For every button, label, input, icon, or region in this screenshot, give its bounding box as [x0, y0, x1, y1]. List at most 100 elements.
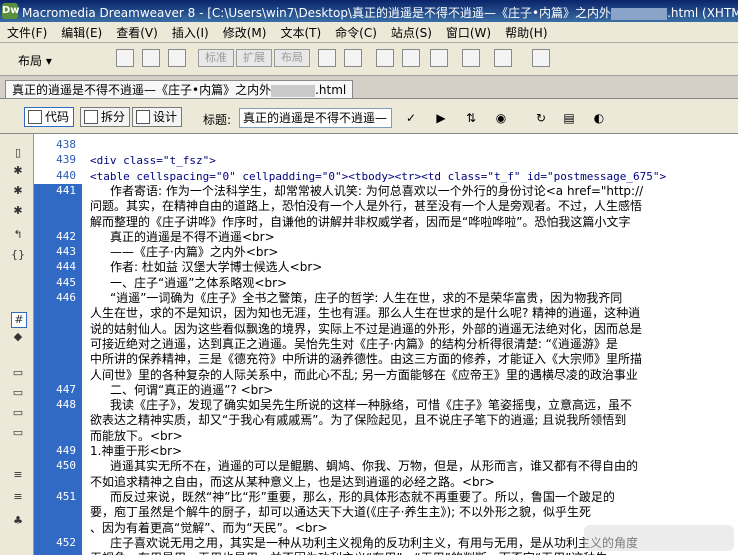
outdent-code-icon[interactable]: ≡: [11, 490, 25, 504]
code-line[interactable]: <table cellspacing="0" cellpadding="0"><…: [90, 169, 666, 184]
menu-view[interactable]: 查看(V): [109, 22, 165, 43]
redacted-filename: [611, 7, 668, 20]
code-editor[interactable]: <div class="t_fsz"> <table cellspacing="0…: [82, 134, 738, 555]
frameset-icon[interactable]: [494, 49, 512, 67]
preview-browser-icon[interactable]: ◉: [492, 109, 510, 127]
menu-commands[interactable]: 命令(C): [328, 22, 384, 43]
code-line[interactable]: 一、庄子“逍遥”之体系略观<br>: [110, 276, 287, 291]
view-options-icon[interactable]: ▤: [560, 109, 578, 127]
browser-check-icon[interactable]: ✓: [402, 109, 420, 127]
code-line[interactable]: 真正的逍遥是不得不逍遥<br>: [110, 230, 275, 245]
document-tab-row: 真正的逍遥是不得不逍遥—《庄子•内篇》之内外 .html: [0, 76, 738, 99]
code-line[interactable]: 而能放下。<br>: [90, 429, 183, 444]
code-line[interactable]: 逍遥其实无所不在，逍遥的可以是鲲鹏、蜩鸠、你我、万物，但是，从形而言，谁又都有不…: [110, 459, 638, 474]
format-source-icon[interactable]: ♣: [11, 514, 25, 528]
open-documents-icon[interactable]: ▯: [11, 146, 25, 160]
split-view-label: 拆分: [101, 110, 126, 124]
split-view-icon: [84, 110, 98, 124]
menu-help[interactable]: 帮助(H): [498, 22, 554, 43]
design-view-icon: [136, 110, 150, 124]
iframe-icon[interactable]: [462, 49, 480, 67]
code-line[interactable]: 1.神重于形<br>: [90, 444, 182, 459]
visual-aids-icon[interactable]: ◐: [590, 109, 608, 127]
document-tab[interactable]: 真正的逍遥是不得不逍遥—《庄子•内篇》之内外 .html: [5, 80, 354, 99]
window-title: Macromedia Dreamweaver 8 - [C:\Users\win…: [22, 4, 738, 21]
code-line[interactable]: 、因为有着更高“觉解”、而为“天民”。<br>: [90, 521, 328, 536]
document-tab-name: 真正的逍遥是不得不逍遥—《庄子•内篇》之内外: [12, 83, 272, 97]
title-input[interactable]: 真正的逍遥是不得不逍遥—《: [239, 108, 392, 128]
code-line[interactable]: 不如追求精神之自由，而这从某种意义上，也是达到逍遥的必经之路。<br>: [90, 475, 495, 490]
apply-comment-icon[interactable]: ▭: [11, 366, 25, 380]
code-line[interactable]: 欲表达之精神实质，却又“于我心有戚戚焉”。为了保险起见，且不说庄子笔下的逍遥; …: [90, 413, 626, 428]
table-icon[interactable]: [116, 49, 134, 67]
code-line[interactable]: 可接近绝对之逍遥，达到真正之逍遥。吴怡先生对《庄子·内篇》的结构分析得很清楚: …: [90, 337, 618, 352]
document-toolbar: 代码 拆分 设计 标题: 真正的逍遥是不得不逍遥—《 ✓ ▶ ⇅ ◉ ↻ ▤ ◐: [0, 98, 738, 134]
code-line[interactable]: 要，庖丁虽然是个解牛的厨子，却可以通达天下大道(《庄子·养生主》); 不以外形之…: [90, 505, 591, 520]
line-number: 440: [56, 168, 76, 182]
frames-icon[interactable]: [430, 49, 448, 67]
code-line[interactable]: 问题。其实，在精神自由的道路上，恐怕没有一个人是外行，甚至没有一个人是旁观者。不…: [90, 199, 642, 214]
menu-file[interactable]: 文件(F): [0, 22, 54, 43]
draw-layout-cell-icon[interactable]: [344, 49, 362, 67]
insert-category-dropdown[interactable]: 布局 ▾: [18, 52, 52, 69]
recent-snippets-icon[interactable]: ▭: [11, 426, 25, 440]
code-line[interactable]: 说的姑射仙人。因为这些看似飘逸的境界，实际上不过是逍遥的外形，外部的逍遥无法绝对…: [90, 322, 642, 337]
code-line[interactable]: 中所讲的保养精神，三是《德充符》中所讲的涵养德性。由这三方面的修养，才能证入《大…: [90, 352, 642, 367]
code-line[interactable]: 解而整理的《庄子讲哗》作序时，自谦他的讲解并非权威学者，因而是“哗啦哗啦”。恐怕…: [90, 215, 630, 230]
highlight-invalid-code-icon[interactable]: ◆: [11, 330, 25, 344]
code-line[interactable]: ——《庄子·内篇》之内外<br>: [110, 245, 278, 260]
balance-braces-icon[interactable]: {}: [11, 248, 25, 262]
design-view-button[interactable]: 设计: [132, 107, 183, 127]
menu-insert[interactable]: 插入(I): [165, 22, 216, 43]
line-number: 441: [56, 183, 76, 197]
menu-window[interactable]: 窗口(W): [439, 22, 498, 43]
insert-row-icon[interactable]: [376, 49, 394, 67]
tabular-data-icon[interactable]: [532, 49, 550, 67]
code-line[interactable]: 人生在世，求的不是知识，因为知也无涯，生也有涯。那么人生在世求的是什么呢? 精神…: [90, 306, 640, 321]
split-view-button[interactable]: 拆分: [80, 107, 131, 127]
code-line[interactable]: 二、何谓“真正的逍遥”? <br>: [110, 383, 273, 398]
window-title-path: Macromedia Dreamweaver 8 - [C:\Users\win…: [22, 6, 612, 20]
select-parent-tag-icon[interactable]: ↰: [11, 228, 25, 242]
draw-layer-icon[interactable]: [168, 49, 186, 67]
expand-all-icon[interactable]: ✱: [11, 204, 25, 218]
validate-icon[interactable]: ▶: [432, 109, 450, 127]
insert-category-label: 布局: [18, 54, 43, 68]
coding-toolbar: ▯ ✱ ✱ ✱ ↰ {} # ◆ ▭ ▭ ▭ ▭ ≡ ≡ ♣: [0, 134, 34, 555]
code-line[interactable]: 人间世》里的各种复杂的人际关系中，而此心不乱; 另一方面能够在《应帝王》里的遇横…: [90, 368, 638, 383]
insert-column-icon[interactable]: [402, 49, 420, 67]
indent-code-icon[interactable]: ≡: [11, 468, 25, 482]
layout-table-icon[interactable]: [318, 49, 336, 67]
code-line[interactable]: 我读《庄子》，发现了确实如吴先生所说的这样一种脉络，可惜《庄子》笔姿摇曳，立意高…: [110, 398, 632, 413]
code-line[interactable]: 无视角，有用是用，无用也是用，并不因为功利主义“有用”、“无用”的判断，而否定“…: [90, 551, 607, 555]
code-line[interactable]: 庄子喜欢说无用之用，其实是一种从功利主义视角的反功利主义，有用与无用，是从功利主…: [110, 536, 638, 551]
collapse-tag-icon[interactable]: ✱: [11, 164, 25, 178]
collapse-selection-icon[interactable]: ✱: [11, 184, 25, 198]
code-line[interactable]: <div class="t_fsz">: [90, 153, 216, 168]
code-line[interactable]: 而反过来说，既然“神”比“形”重要，那么，形的具体形态就不再重要了。所以，鲁国一…: [110, 490, 615, 505]
code-line[interactable]: “逍遥”一词确为《庄子》全书之警策，庄子的哲学: 人生在世，求的不是荣华富贵，因…: [110, 291, 622, 306]
remove-comment-icon[interactable]: ▭: [11, 386, 25, 400]
layout-mode-button[interactable]: 布局: [274, 49, 310, 67]
menu-edit[interactable]: 编辑(E): [54, 22, 109, 43]
line-number: 439: [56, 153, 76, 167]
line-number: 448: [56, 398, 76, 412]
line-number: 447: [56, 382, 76, 396]
line-numbers-icon[interactable]: #: [11, 312, 27, 328]
menu-text[interactable]: 文本(T): [273, 22, 328, 43]
code-line[interactable]: 作者: 杜如益 汉堡大学博士候选人<br>: [110, 260, 322, 275]
layer-icon[interactable]: [142, 49, 160, 67]
line-number: 438: [56, 138, 76, 151]
code-view-button[interactable]: 代码: [24, 107, 75, 127]
expanded-mode-button[interactable]: 扩展: [236, 49, 272, 67]
line-number: 451: [56, 489, 76, 503]
menu-site[interactable]: 站点(S): [384, 22, 439, 43]
menu-modify[interactable]: 修改(M): [216, 22, 274, 43]
refresh-icon[interactable]: ↻: [532, 109, 550, 127]
wrap-tag-icon[interactable]: ▭: [11, 406, 25, 420]
code-line[interactable]: 作者寄语: 作为一个法科学生，却常常被人讥笑: 为何总喜欢以一个外行的身份讨论<…: [110, 184, 643, 199]
file-management-icon[interactable]: ⇅: [462, 109, 480, 127]
design-view-label: 设计: [153, 110, 178, 124]
window-title-bar: Dw Macromedia Dreamweaver 8 - [C:\Users\…: [0, 0, 738, 22]
standard-mode-button[interactable]: 标准: [198, 49, 234, 67]
